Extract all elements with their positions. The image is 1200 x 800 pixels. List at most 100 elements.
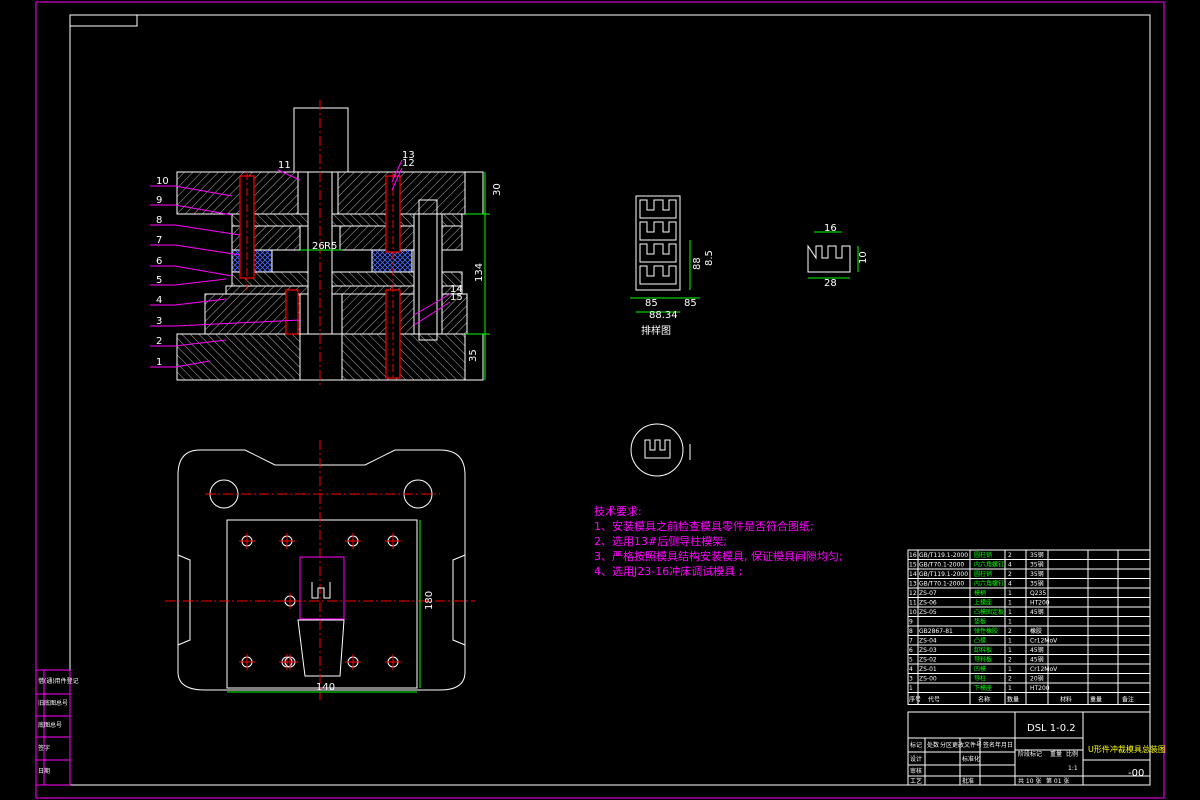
bom-cell-mat: HT200	[1030, 685, 1050, 692]
bom-cell-qty: 1	[1008, 647, 1012, 654]
outer-border	[35, 1, 1165, 799]
tech-requirements: 技术要求: 1、安装模具之前检查模具零件是否符合图纸; 2、选用13#后侧导柱模…	[594, 505, 843, 578]
leader-label-2: 2	[156, 336, 162, 347]
bom-cell-no: 13	[909, 581, 917, 588]
bom-table: 16 GB/T119.1-2000 圆柱销 2 35钢15 GB/T70.1-2000 内六…	[907, 549, 1151, 705]
bom-header-mat: 材料	[1060, 696, 1072, 704]
plan-view: 140 180	[165, 440, 475, 700]
leader-label-10: 10	[156, 176, 169, 187]
bom-cell-qty: 1	[1008, 609, 1012, 616]
leader-label-9: 9	[156, 195, 162, 206]
bom-cell-name: 圆柱销	[974, 570, 992, 578]
leader-line	[174, 244, 241, 256]
leader-label-1: 1	[156, 357, 162, 368]
bom-cell-no: 7	[909, 638, 913, 645]
inner-border	[69, 14, 1151, 786]
bom-cell-no: 5	[909, 657, 913, 664]
tech-item-4: 4、选用J23-16冲床调试模具 ;	[594, 564, 742, 578]
tb-weight: 重量	[1050, 750, 1062, 758]
bom-cell-code: ZS-03	[919, 647, 937, 654]
plan-dim-height: 180	[424, 591, 435, 610]
bom-cell-mat: 45钢	[1030, 608, 1044, 616]
tb-sheet: 第 01 张	[1046, 777, 1069, 785]
bom-header-name: 名称	[978, 696, 990, 704]
tb-scale: 1:1	[1068, 765, 1078, 772]
strip-blank	[639, 265, 677, 285]
bom-cell-no: 6	[909, 647, 913, 654]
part-dim-2: 28	[824, 278, 837, 289]
tb-sign: 签名	[983, 741, 995, 749]
bom-cell-code: ZS-01	[919, 666, 937, 673]
tb-ratio: 比例	[1066, 750, 1078, 758]
bom-cell-mat: Q235	[1030, 590, 1046, 597]
bom-header-code: 代号	[928, 696, 940, 704]
bom-header-note: 备注	[1122, 696, 1134, 704]
bom-cell-code: ZS-06	[919, 600, 937, 607]
bom-cell-name: 模柄	[974, 589, 986, 597]
tb-stage: 阶段标记	[1018, 750, 1042, 758]
strip-blank	[639, 243, 677, 263]
left-strip-label-4: 签字	[38, 744, 50, 752]
bom-cell-no: 4	[909, 666, 913, 673]
part-dim-3: 10	[858, 251, 869, 264]
strip-blank	[639, 199, 677, 219]
bom-cell-no: 10	[909, 609, 917, 616]
bom-cell-qty: 1	[1008, 638, 1012, 645]
main-section-view: 26 R5 30 134 35	[176, 100, 503, 385]
tech-item-2: 2、选用13#后侧导柱模架;	[594, 534, 727, 548]
tb-process: 工艺	[910, 777, 922, 785]
bom-cell-no: 12	[909, 590, 917, 597]
leader-label-6: 6	[156, 256, 162, 267]
tech-item-1: 1、安装模具之前检查模具零件是否符合图纸;	[594, 519, 814, 533]
part-dim-1: 16	[824, 223, 837, 234]
bom-cell-code: GB/T119.1-2000	[919, 571, 968, 578]
bom-cell-name: 凸模固定板	[974, 608, 1004, 616]
bom-cell-name: 导料板	[974, 656, 992, 664]
bom-cell-mat: 35钢	[1030, 580, 1044, 588]
top-leader-label-11: 11	[278, 160, 291, 171]
bom-cell-name: 凹模	[974, 665, 986, 673]
bom-cell-name: 上模座	[974, 599, 992, 607]
bom-cell-code: ZS-04	[919, 638, 937, 645]
bom-cell-qty: 2	[1008, 657, 1012, 664]
tech-title: 技术要求:	[594, 505, 642, 518]
leader-label-5: 5	[156, 275, 162, 286]
bom-header-weight: 重量	[1090, 696, 1102, 704]
bom-cell-name: 卸料板	[974, 646, 992, 654]
leader-line	[174, 278, 227, 286]
leader-line	[174, 224, 241, 236]
bom-cell-no: 8	[909, 628, 913, 635]
bom-cell-qty: 1	[1008, 619, 1012, 626]
leader-label-7: 7	[156, 235, 162, 246]
strip-layout: 85 85 88.34 88 8.5 排样图	[630, 195, 715, 337]
bom-cell-name: 垫板	[974, 618, 986, 626]
bom-cell-code: GB/T119.1-2000	[919, 552, 968, 559]
tb-count: 处数	[927, 741, 939, 749]
bom-cell-no: 9	[909, 619, 913, 626]
left-strip-label-5: 日期	[38, 767, 50, 775]
bom-cell-mat: Cr12MoV	[1030, 638, 1058, 645]
bom-cell-name: 内六角螺钉	[974, 580, 1004, 588]
bom-header-qty: 数量	[1007, 696, 1019, 704]
strip-title: 排样图	[641, 324, 671, 337]
left-strip: 借(通)用件登记 旧底图总号 底图总号 签字 日期	[35, 669, 79, 786]
bom-cell-code: GB2867-81	[919, 628, 953, 635]
bom-cell-code: ZS-02	[919, 657, 937, 664]
bom-cell-mat: 20钢	[1030, 675, 1044, 683]
tb-code: -00	[1128, 768, 1144, 779]
tb-title: U形件冲裁模具总装图	[1088, 744, 1166, 754]
dim-inner-a: 26	[312, 241, 325, 252]
bom-cell-no: 15	[909, 562, 917, 569]
tb-sheets: 共 10 张	[1018, 777, 1041, 785]
bom-cell-code: ZS-05	[919, 609, 937, 616]
bom-header-no: 序号	[909, 696, 921, 704]
cad-drawing-canvas: 借(通)用件登记 旧底图总号 底图总号 签字 日期 26 R5 30 134 3…	[35, 1, 1166, 799]
bom-cell-name: 下模座	[974, 684, 992, 692]
tb-mark: 标记	[910, 741, 922, 749]
tech-item-3: 3、严格按照模具结构安装模具, 保证模具间隙均匀;	[594, 549, 843, 563]
bom-cell-qty: 2	[1008, 552, 1012, 559]
bom-cell-mat: HT200	[1030, 600, 1050, 607]
bom-cell-qty: 2	[1008, 628, 1012, 635]
bom-cell-code: ZS-07	[919, 590, 937, 597]
left-strip-label-1: 借(通)用件登记	[38, 677, 79, 685]
